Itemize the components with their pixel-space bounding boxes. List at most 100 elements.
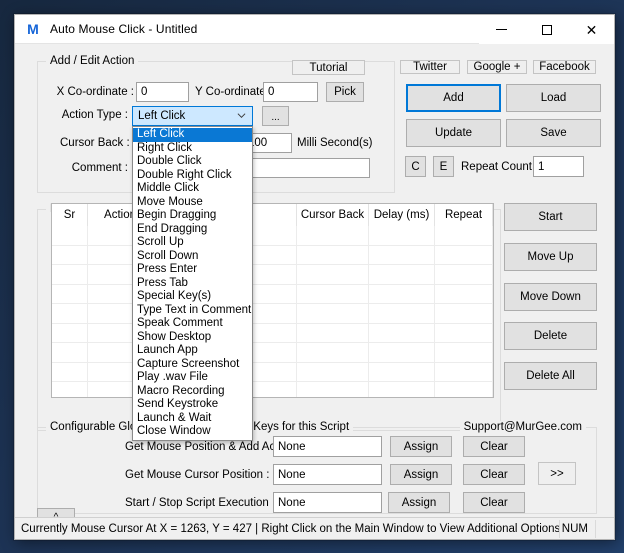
expand-button[interactable]: >> bbox=[538, 462, 576, 485]
client-area: Add / Edit Action Tutorial X Co-ordinate… bbox=[15, 44, 614, 539]
comment-label: Comment : bbox=[71, 162, 128, 174]
action-type-option[interactable]: Double Click bbox=[133, 155, 252, 169]
table-row[interactable] bbox=[52, 284, 493, 304]
action-type-combobox-value: Left Click bbox=[138, 110, 186, 122]
pick-button[interactable]: Pick bbox=[326, 82, 364, 102]
repeat-count-label: Repeat Count : bbox=[461, 161, 539, 173]
action-type-option[interactable]: Macro Recording bbox=[133, 385, 252, 399]
assign-button-1[interactable]: Assign bbox=[390, 436, 452, 457]
table-cell bbox=[297, 304, 369, 323]
status-divider-1 bbox=[559, 520, 560, 538]
action-type-option[interactable]: Show Desktop bbox=[133, 331, 252, 345]
action-type-option[interactable]: Send Keystroke bbox=[133, 398, 252, 412]
table-row[interactable] bbox=[52, 226, 493, 246]
assign-button-3[interactable]: Assign bbox=[388, 492, 450, 513]
google-plus-button[interactable]: Google + bbox=[467, 60, 527, 74]
close-button[interactable]: ✕ bbox=[569, 15, 614, 44]
add-button[interactable]: Add bbox=[406, 84, 501, 112]
actions-table[interactable]: Sr Action Type Cursor Back Delay (ms) Re… bbox=[51, 203, 494, 398]
chevron-down-icon bbox=[237, 113, 246, 119]
table-cell bbox=[369, 226, 435, 245]
table-column-delay: Delay (ms) bbox=[369, 204, 435, 226]
table-cell bbox=[435, 226, 493, 245]
action-type-option[interactable]: Right Click bbox=[133, 142, 252, 156]
twitter-button[interactable]: Twitter bbox=[400, 60, 460, 74]
start-button[interactable]: Start bbox=[504, 203, 597, 231]
assign-button-2[interactable]: Assign bbox=[390, 464, 452, 485]
title-bar: M Auto Mouse Click - Untitled ✕ bbox=[15, 15, 614, 44]
table-cell bbox=[369, 265, 435, 284]
action-type-option[interactable]: Special Key(s) bbox=[133, 290, 252, 304]
action-type-option[interactable]: Speak Comment bbox=[133, 317, 252, 331]
table-row[interactable] bbox=[52, 245, 493, 265]
action-type-option[interactable]: Press Enter bbox=[133, 263, 252, 277]
table-cell bbox=[297, 323, 369, 342]
action-type-option[interactable]: End Dragging bbox=[133, 223, 252, 237]
action-type-option[interactable]: Type Text in Comment bbox=[133, 304, 252, 318]
action-type-option[interactable]: Launch App bbox=[133, 344, 252, 358]
action-type-dropdown-list[interactable]: Left Click Right Click Double Click Double … bbox=[132, 126, 253, 441]
table-row[interactable] bbox=[52, 362, 493, 382]
repeat-count-input[interactable]: 1 bbox=[533, 156, 584, 177]
action-type-combobox[interactable]: Left Click bbox=[132, 106, 253, 126]
delete-all-button[interactable]: Delete All bbox=[504, 362, 597, 390]
add-edit-action-title: Add / Edit Action bbox=[46, 55, 139, 67]
action-type-option[interactable]: Scroll Down bbox=[133, 250, 252, 264]
support-email-label: Support@MurGee.com bbox=[459, 421, 586, 433]
table-cell bbox=[369, 304, 435, 323]
table-row[interactable] bbox=[52, 265, 493, 285]
table-cell bbox=[52, 265, 88, 284]
load-button[interactable]: Load bbox=[506, 84, 601, 112]
comment-clear-button[interactable]: C bbox=[405, 156, 426, 177]
table-cell bbox=[435, 304, 493, 323]
action-type-option[interactable]: Play .wav File bbox=[133, 371, 252, 385]
delete-button[interactable]: Delete bbox=[504, 322, 597, 350]
table-cell bbox=[435, 382, 493, 397]
action-type-option[interactable]: Launch & Wait bbox=[133, 412, 252, 426]
status-bar: Currently Mouse Cursor At X = 1263, Y = … bbox=[15, 517, 614, 539]
action-type-option[interactable]: Move Mouse bbox=[133, 196, 252, 210]
action-type-options-button[interactable]: ... bbox=[262, 106, 289, 126]
save-button[interactable]: Save bbox=[506, 119, 601, 147]
maximize-button[interactable] bbox=[524, 15, 569, 44]
table-cell bbox=[297, 382, 369, 397]
move-up-button[interactable]: Move Up bbox=[504, 243, 597, 271]
action-type-option[interactable]: Capture Screenshot bbox=[133, 358, 252, 372]
action-type-option[interactable]: Middle Click bbox=[133, 182, 252, 196]
clear-button-1[interactable]: Clear bbox=[463, 436, 525, 457]
table-cell bbox=[369, 323, 435, 342]
action-type-option[interactable]: Left Click bbox=[133, 128, 252, 142]
action-type-option[interactable]: Press Tab bbox=[133, 277, 252, 291]
table-cell bbox=[297, 343, 369, 362]
tutorial-button[interactable]: Tutorial bbox=[292, 60, 365, 75]
y-coordinate-input[interactable]: 0 bbox=[263, 82, 318, 102]
action-type-option[interactable]: Scroll Up bbox=[133, 236, 252, 250]
update-button[interactable]: Update bbox=[406, 119, 501, 147]
get-mouse-position-add-action-input[interactable]: None bbox=[273, 436, 382, 457]
x-coordinate-input[interactable]: 0 bbox=[136, 82, 189, 102]
table-row[interactable] bbox=[52, 382, 493, 397]
clear-button-2[interactable]: Clear bbox=[463, 464, 525, 485]
table-column-repeat: Repeat bbox=[435, 204, 493, 226]
action-type-option[interactable]: Begin Dragging bbox=[133, 209, 252, 223]
close-icon: ✕ bbox=[585, 21, 598, 38]
start-stop-script-execution-input[interactable]: None bbox=[273, 492, 382, 513]
table-cell bbox=[52, 343, 88, 362]
table-cell bbox=[369, 343, 435, 362]
table-column-sr: Sr bbox=[52, 204, 88, 226]
table-row[interactable] bbox=[52, 343, 493, 363]
get-mouse-cursor-position-input[interactable]: None bbox=[273, 464, 382, 485]
table-row[interactable] bbox=[52, 304, 493, 324]
move-down-button[interactable]: Move Down bbox=[504, 283, 597, 311]
minimize-button[interactable] bbox=[479, 15, 524, 44]
table-row[interactable] bbox=[52, 323, 493, 343]
facebook-button[interactable]: Facebook bbox=[533, 60, 596, 74]
action-type-option[interactable]: Close Window bbox=[133, 425, 252, 439]
get-mouse-cursor-position-label: Get Mouse Cursor Position : bbox=[125, 469, 270, 481]
y-coordinate-label: Y Co-ordinate : bbox=[195, 86, 273, 98]
comment-edit-button[interactable]: E bbox=[433, 156, 454, 177]
clear-button-3[interactable]: Clear bbox=[463, 492, 525, 513]
action-type-option[interactable]: Double Right Click bbox=[133, 169, 252, 183]
application-window: M Auto Mouse Click - Untitled ✕ Add / Ed… bbox=[14, 14, 615, 540]
cursor-back-label: Cursor Back : bbox=[60, 137, 130, 149]
